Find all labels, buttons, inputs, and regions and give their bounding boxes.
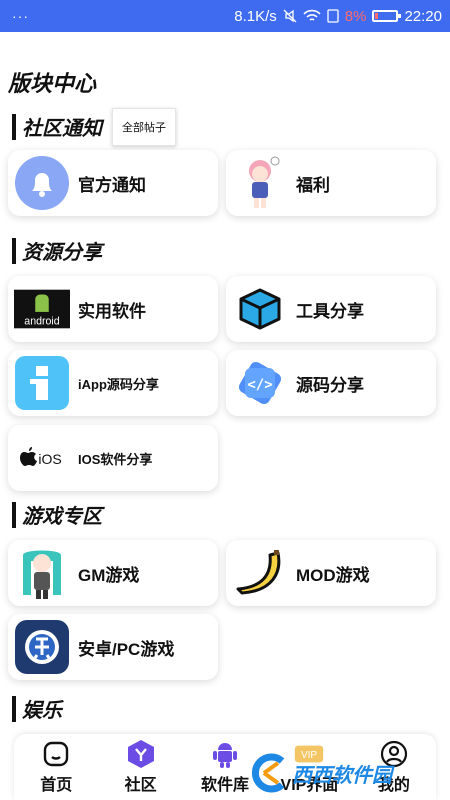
apple-ios-icon: iOS [14, 430, 70, 486]
section-resources: 资源分享 [12, 236, 102, 265]
android-robot-icon [210, 739, 240, 769]
iapp-icon [14, 355, 70, 411]
card-useful-apps[interactable]: android 实用软件 [8, 276, 218, 342]
status-bar: ··· 8.1K/s 8% 22:20 [0, 0, 450, 32]
bell-icon [14, 155, 70, 211]
card-ios-apps[interactable]: iOS IOS软件分享 [8, 425, 218, 491]
svg-text:</>: </> [247, 377, 272, 393]
watermark-logo-icon [251, 753, 285, 793]
card-label: IOS软件分享 [78, 451, 153, 467]
all-posts-button[interactable]: 全部帖子 [112, 108, 176, 146]
card-mod-games[interactable]: MOD游戏 [226, 540, 436, 606]
card-label: 安卓/PC游戏 [78, 639, 175, 659]
notification-dots: ··· [12, 8, 29, 24]
community-icon [126, 739, 156, 769]
card-iapp-source[interactable]: iApp源码分享 [8, 350, 218, 416]
section-title: 游戏专区 [22, 506, 102, 528]
banana-icon [232, 545, 288, 601]
card-welfare[interactable]: 福利 [226, 150, 436, 216]
miku-icon [14, 545, 70, 601]
section-title: 资源分享 [22, 242, 102, 264]
anime-girl-icon [232, 155, 288, 211]
battery-percent: 8% [344, 7, 367, 25]
section-title: 社区通知 [22, 118, 102, 140]
section-entertainment: 娱乐 [12, 694, 62, 723]
mute-icon [283, 9, 297, 23]
card-label: 实用软件 [78, 301, 146, 321]
card-official-notice[interactable]: 官方通知 [8, 150, 218, 216]
home-icon [41, 739, 71, 769]
nav-label: 社区 [124, 777, 157, 794]
section-title: 娱乐 [22, 700, 62, 722]
android-logo-icon: android [14, 281, 70, 337]
card-tool-sharing[interactable]: 工具分享 [226, 276, 436, 342]
battery-icon [372, 10, 402, 22]
clock: 22:20 [404, 7, 442, 25]
card-label: 工具分享 [296, 301, 364, 321]
card-android-pc-games[interactable]: 安卓/PC游戏 [8, 614, 218, 680]
nav-label: 软件库 [201, 777, 250, 794]
card-label: 官方通知 [78, 175, 146, 195]
box-icon [232, 281, 288, 337]
card-gm-games[interactable]: GM游戏 [8, 540, 218, 606]
svg-text:android: android [24, 315, 59, 327]
wifi-icon [303, 9, 321, 21]
nav-home[interactable]: 首页 [14, 734, 98, 800]
section-community: 社区通知 [12, 112, 102, 141]
nav-community[interactable]: 社区 [98, 734, 182, 800]
sim-icon [327, 9, 339, 23]
page-title: 版块中心 [8, 71, 97, 96]
network-speed: 8.1K/s [234, 7, 277, 25]
card-label: iApp源码分享 [78, 376, 159, 392]
nav-label: 首页 [40, 777, 73, 794]
light-game-icon [14, 619, 70, 675]
watermark: 西西软件园 [248, 750, 446, 796]
section-games: 游戏专区 [12, 500, 102, 529]
watermark-text: 西西软件园 [292, 764, 392, 787]
card-label: 福利 [296, 175, 330, 195]
card-label: GM游戏 [78, 565, 140, 585]
card-label: 源码分享 [296, 375, 364, 395]
card-source-code[interactable]: </> 源码分享 [226, 350, 436, 416]
card-label: MOD游戏 [296, 565, 370, 585]
svg-text:iOS: iOS [38, 451, 61, 467]
code-icon: </> [232, 355, 288, 411]
